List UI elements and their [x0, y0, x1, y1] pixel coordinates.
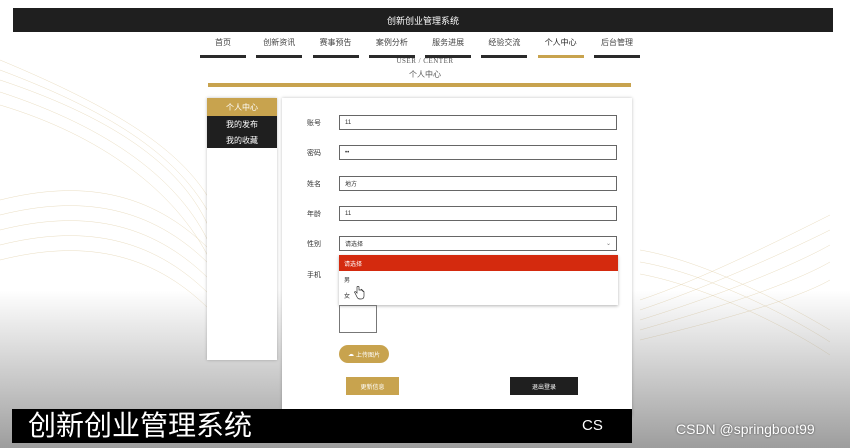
nav-item-user-center[interactable]: 个人中心 — [537, 38, 584, 58]
csdn-watermark: CSDN @springboot99 — [676, 421, 815, 437]
password-input[interactable]: •• — [339, 145, 617, 160]
upload-button-label: 上传图片 — [355, 352, 380, 359]
age-input[interactable]: 11 — [339, 206, 617, 221]
nav-item-admin[interactable]: 后台管理 — [593, 38, 640, 58]
caption-logo: CS — [582, 417, 603, 434]
gender-option-male[interactable]: 男 — [339, 271, 618, 287]
password-label: 密码 — [307, 150, 321, 157]
sidebar-item-my-favorites[interactable]: 我的收藏 — [207, 132, 277, 148]
account-label: 账号 — [307, 120, 321, 127]
age-label: 年龄 — [307, 211, 321, 218]
phone-label: 手机 — [307, 272, 321, 279]
nav-item-services[interactable]: 服务进展 — [425, 38, 472, 58]
upload-image-button[interactable]: ☁ 上传图片 — [339, 345, 389, 363]
name-label: 姓名 — [307, 181, 321, 188]
logout-button[interactable]: 退出登录 — [510, 377, 578, 395]
hand-cursor-icon — [354, 286, 365, 300]
main-nav: 首页 创新资讯 赛事预告 案例分析 服务进展 经验交流 个人中心 后台管理 — [200, 38, 640, 58]
app-title: 创新创业管理系统 — [386, 15, 459, 26]
nav-item-home[interactable]: 首页 — [200, 38, 246, 58]
gender-dropdown: 请选择 男 女 — [339, 255, 618, 305]
gender-select-value: 请选择 — [345, 242, 364, 248]
section-title-en: USER / CENTER — [396, 57, 454, 65]
name-input[interactable]: 地方 — [339, 176, 617, 191]
sidebar: 个人中心 我的发布 我的收藏 — [207, 98, 277, 360]
sidebar-item-my-posts[interactable]: 我的发布 — [207, 116, 277, 132]
update-info-button[interactable]: 更新信息 — [346, 377, 399, 395]
gender-option-female[interactable]: 女 — [339, 287, 618, 303]
section-divider — [208, 83, 631, 87]
top-title-bar: 创新创业管理系统 — [13, 8, 833, 32]
nav-item-news[interactable]: 创新资讯 — [256, 38, 303, 58]
video-caption-bar: 创新创业管理系统 CS — [12, 409, 632, 443]
sidebar-item-user-center[interactable]: 个人中心 — [207, 98, 277, 116]
section-title-cn: 个人中心 — [409, 70, 441, 79]
nav-item-cases[interactable]: 案例分析 — [368, 38, 415, 58]
nav-item-experience[interactable]: 经验交流 — [481, 38, 528, 58]
chevron-down-icon: ⌄ — [605, 241, 611, 247]
nav-item-events[interactable]: 赛事预告 — [312, 38, 359, 58]
caption-title: 创新创业管理系统 — [28, 409, 253, 442]
upload-icon: ☁ — [347, 351, 354, 358]
gender-option-placeholder[interactable]: 请选择 — [339, 255, 618, 271]
account-input[interactable]: 11 — [339, 115, 617, 130]
gender-select[interactable]: 请选择 ⌄ — [339, 236, 617, 251]
avatar-preview — [339, 305, 377, 333]
gender-label: 性别 — [307, 241, 321, 248]
